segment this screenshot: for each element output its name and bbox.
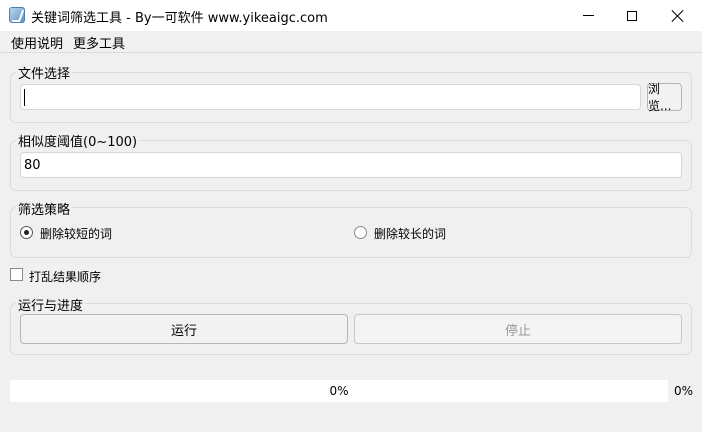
menu-item-help[interactable]: 使用说明 <box>11 33 63 52</box>
window-title: 关键词筛选工具 - By一可软件 www.yikeaigc.com <box>31 11 328 26</box>
similarity-input[interactable]: 80 <box>20 152 682 178</box>
progress-percent-label: 0% <box>674 384 694 398</box>
radio-selected-icon[interactable] <box>20 226 33 239</box>
run-button[interactable]: 运行 <box>20 314 348 344</box>
minimize-icon <box>582 15 594 16</box>
progress-bar: 0% <box>10 380 668 402</box>
radio-unselected-icon[interactable] <box>354 226 367 239</box>
run-title: 运行与进度 <box>16 295 86 314</box>
maximize-button[interactable] <box>609 0 655 31</box>
progress-bar-text: 0% <box>329 384 349 398</box>
menu-separator <box>0 52 702 53</box>
menu-bar: 使用说明 更多工具 <box>0 31 702 52</box>
browse-button[interactable]: 浏览... <box>647 82 682 113</box>
similarity-title: 相似度阈值(0~100) <box>16 131 140 150</box>
minimize-button[interactable] <box>565 0 611 31</box>
file-path-input[interactable] <box>20 84 641 110</box>
shuffle-option[interactable]: 打乱结果顺序 <box>10 267 130 284</box>
shuffle-checkbox[interactable] <box>10 268 23 281</box>
shuffle-label: 打乱结果顺序 <box>29 270 102 284</box>
stop-button[interactable]: 停止 <box>354 314 682 344</box>
close-button[interactable] <box>655 0 701 31</box>
strategy-title: 筛选策略 <box>16 199 73 218</box>
menu-item-more-tools[interactable]: 更多工具 <box>73 33 125 52</box>
strategy-option-longer-label: 删除较长的词 <box>374 227 447 241</box>
strategy-option-shorter-label: 删除较短的词 <box>40 227 113 241</box>
text-caret <box>24 89 25 106</box>
file-select-title: 文件选择 <box>16 63 73 82</box>
strategy-option-shorter[interactable]: 删除较短的词 <box>20 225 150 241</box>
browse-button-label: 浏览... <box>648 82 672 113</box>
maximize-icon <box>627 10 637 21</box>
stop-button-label: 停止 <box>504 323 531 339</box>
close-icon <box>672 10 684 22</box>
strategy-option-longer[interactable]: 删除较长的词 <box>354 225 484 241</box>
app-icon <box>9 7 25 23</box>
similarity-value: 80 <box>24 158 41 173</box>
title-bar[interactable]: 关键词筛选工具 - By一可软件 www.yikeaigc.com <box>0 0 702 31</box>
run-button-label: 运行 <box>170 323 197 339</box>
